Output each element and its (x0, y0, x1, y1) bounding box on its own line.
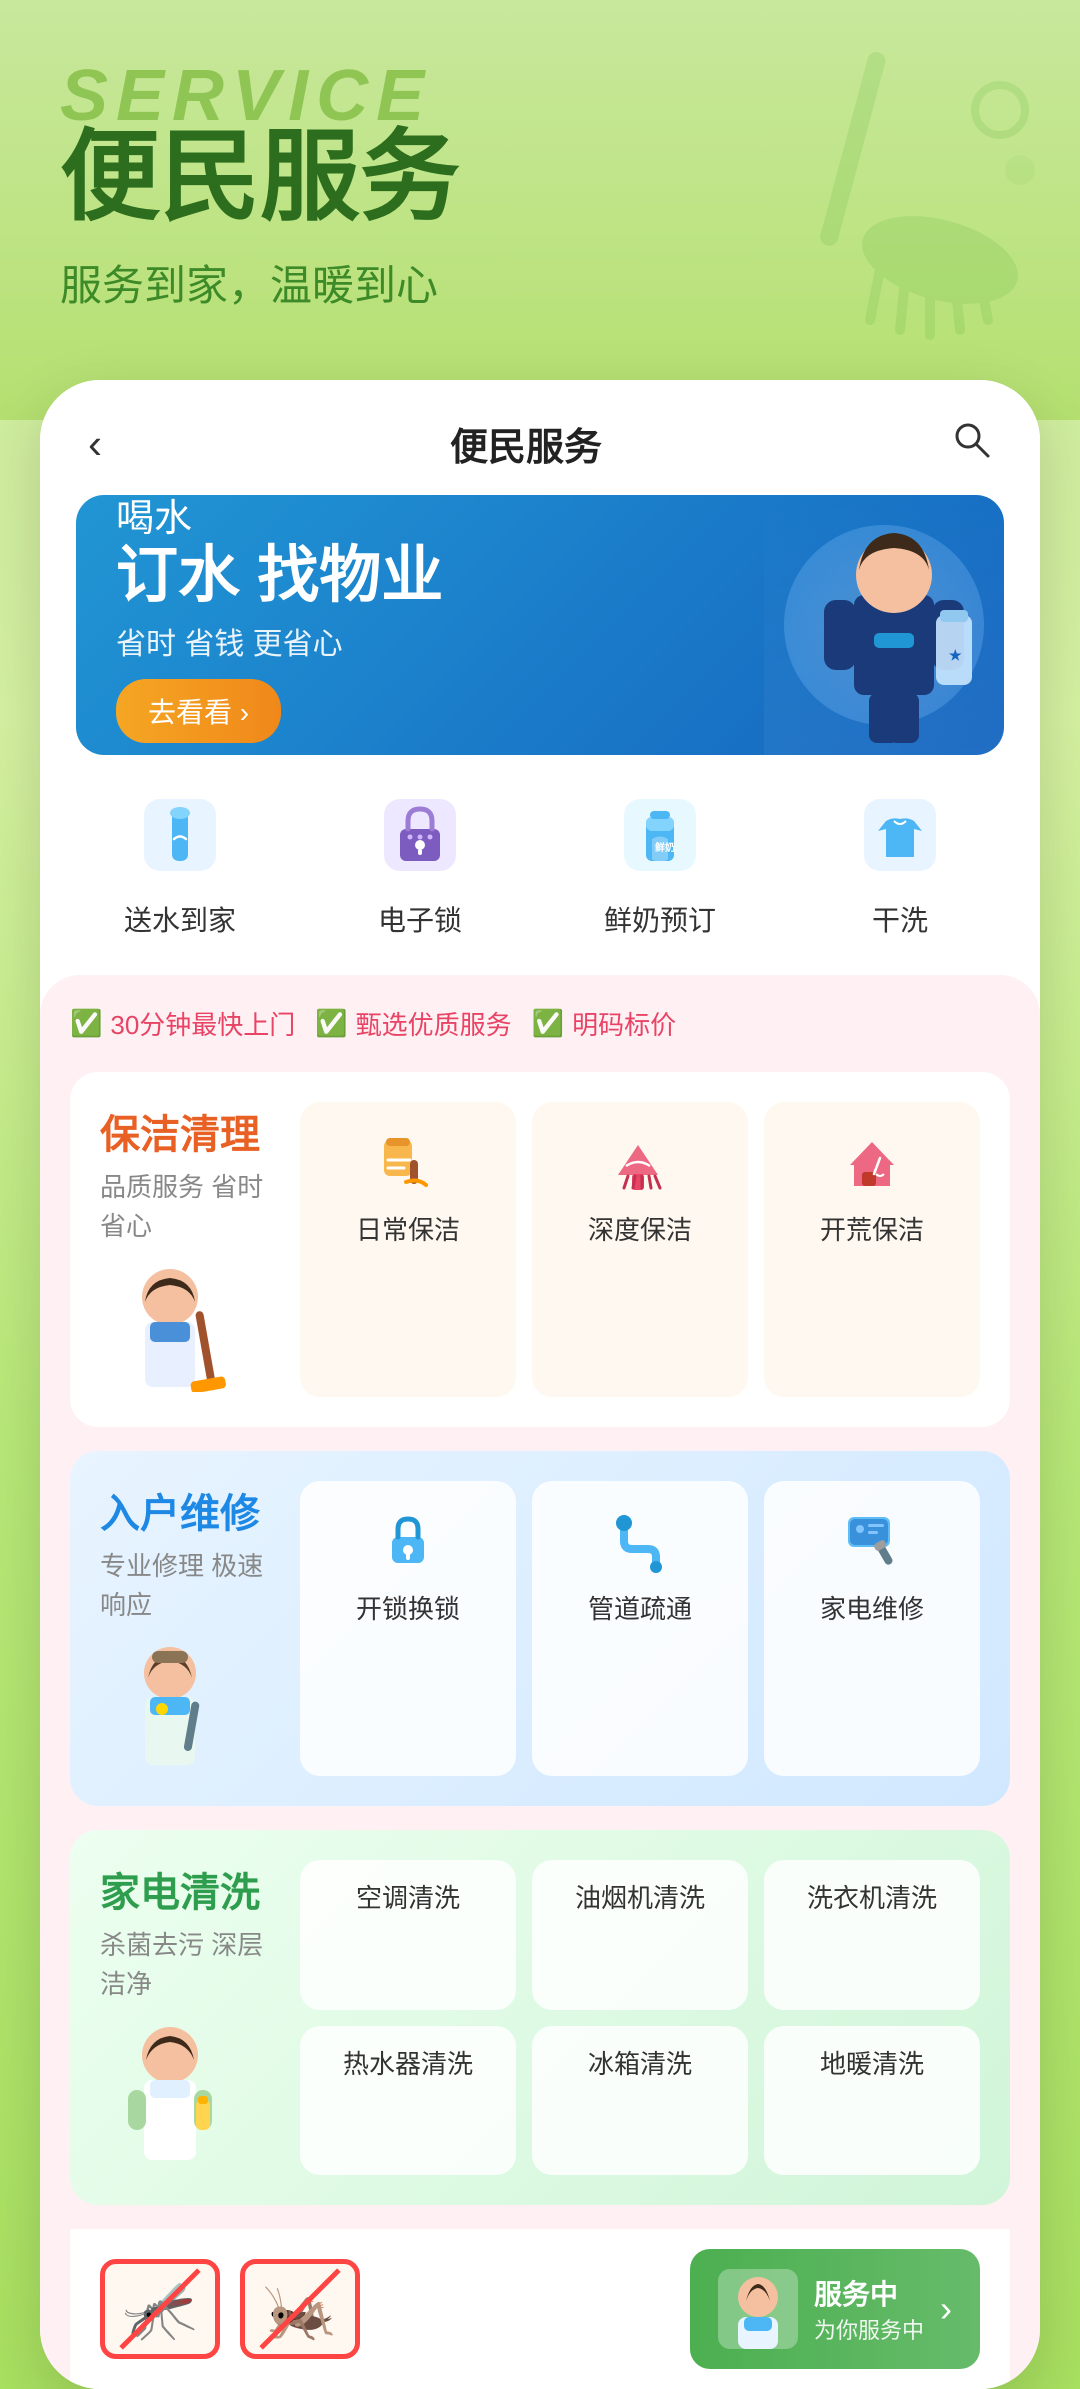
water-icon-box (130, 785, 230, 885)
badge-price: ✅ 明码标价 (532, 1005, 676, 1042)
service-plumbing-button[interactable]: 管道疏通 (532, 1481, 748, 1776)
appliance-repair-label: 家电维修 (820, 1589, 924, 1626)
live-avatar (718, 2269, 798, 2349)
no-sign-mosquito (100, 2259, 220, 2359)
service-locksmith-button[interactable]: 开锁换锁 (300, 1481, 516, 1776)
badge-speed: ✅ 30分钟最快上门 (70, 1005, 295, 1042)
section-repair-left: 入户维修 专业修理 极速响应 (100, 1481, 280, 1776)
quick-item-milk[interactable]: 鲜奶 鲜奶预订 (554, 785, 765, 939)
plumbing-icon (604, 1505, 676, 1577)
badge-check-1: ✅ (70, 1008, 102, 1039)
badges-row: ✅ 30分钟最快上门 ✅ 甄选优质服务 ✅ 明码标价 (70, 1005, 1010, 1042)
hood-clean-label: 油烟机清洗 (575, 1878, 705, 1915)
daily-clean-icon (372, 1126, 444, 1198)
header-background: SERVICE 便民服务 服务到家，温暖到心 (0, 0, 1080, 420)
service-hood-clean-button[interactable]: 油烟机清洗 (532, 1860, 748, 2010)
quick-label-dryclean: 干洗 (872, 899, 928, 939)
pest-section: 🦟 🦗 (100, 2259, 360, 2359)
section-appliance-left: 家电清洗 杀菌去污 深层洁净 (100, 1860, 280, 2175)
bottom-bar: 🦟 🦗 (70, 2229, 1010, 2389)
live-sub-label: 为你服务中 (814, 2313, 924, 2345)
section-cleaning-title: 保洁清理 (100, 1102, 280, 1160)
top-nav: ‹ 便民服务 (40, 380, 1040, 495)
washer-clean-label: 洗衣机清洗 (807, 1878, 937, 1915)
banner-cta-button[interactable]: 去看看 › (116, 679, 281, 743)
quick-item-water[interactable]: 送水到家 (74, 785, 285, 939)
service-washer-clean-button[interactable]: 洗衣机清洗 (764, 1860, 980, 2010)
repair-person (100, 1641, 280, 1776)
pest-cockroach-icon: 🦗 (240, 2259, 360, 2359)
quick-item-dryclean[interactable]: 干洗 (794, 785, 1005, 939)
service-deep-clean-button[interactable]: 深度保洁 (532, 1102, 748, 1397)
section-appliance-title: 家电清洗 (100, 1860, 280, 1918)
daily-clean-label: 日常保洁 (356, 1210, 460, 1247)
plumbing-label: 管道疏通 (588, 1589, 692, 1626)
banner-line2: 订水 找物业 (116, 542, 964, 610)
service-pioneer-clean-button[interactable]: 开荒保洁 (764, 1102, 980, 1397)
badge-quality: ✅ 甄选优质服务 (315, 1005, 511, 1042)
service-daily-clean-button[interactable]: 日常保洁 (300, 1102, 516, 1397)
banner: 喝水 订水 找物业 省时 省钱 更省心 去看看 › (76, 495, 1004, 755)
service-floor-heat-clean-button[interactable]: 地暖清洗 (764, 2026, 980, 2176)
banner-line3: 省时 省钱 更省心 (116, 619, 964, 663)
service-ac-clean-button[interactable]: 空调清洗 (300, 1860, 516, 2010)
section-appliance-right: 空调清洗 油烟机清洗 洗衣机清洗 热水器清洗 冰箱清洗 地暖清洗 (300, 1860, 980, 2175)
live-label: 服务中 (814, 2273, 924, 2313)
svg-text:鲜奶: 鲜奶 (655, 841, 675, 854)
badge-label-3: 明码标价 (572, 1005, 676, 1042)
appliance-repair-icon (836, 1505, 908, 1577)
banner-line1: 喝水 (116, 495, 964, 542)
heater-clean-label: 热水器清洗 (343, 2044, 473, 2081)
deep-clean-icon (604, 1126, 676, 1198)
locksmith-icon (372, 1505, 444, 1577)
quick-icons-row: 送水到家 电子锁 (40, 755, 1040, 959)
section-repair-title: 入户维修 (100, 1481, 280, 1539)
phone-card: ‹ 便民服务 喝水 订水 找物业 省时 省钱 更省心 去看看 › (40, 380, 1040, 2389)
locksmith-label: 开锁换锁 (356, 1589, 460, 1626)
section-appliance-subtitle: 杀菌去污 深层洁净 (100, 1926, 280, 2004)
search-button[interactable] (950, 418, 992, 470)
service-heater-clean-button[interactable]: 热水器清洗 (300, 2026, 516, 2176)
lock-icon-box (370, 785, 470, 885)
floor-heat-clean-label: 地暖清洗 (820, 2044, 924, 2081)
deep-clean-label: 深度保洁 (588, 1210, 692, 1247)
live-chevron-icon: › (940, 2288, 952, 2330)
dryclean-icon-box (850, 785, 950, 885)
section-cleaning-left: 保洁清理 品质服务 省时省心 (100, 1102, 280, 1397)
pest-mosquito-icon: 🦟 (100, 2259, 220, 2359)
service-fridge-clean-button[interactable]: 冰箱清洗 (532, 2026, 748, 2176)
section-cleaning-subtitle: 品质服务 省时省心 (100, 1168, 280, 1246)
section-cleaning-right: 日常保洁 (300, 1102, 980, 1397)
banner-text: 喝水 订水 找物业 省时 省钱 更省心 去看看 › (76, 495, 1004, 755)
badge-label-2: 甄选优质服务 (356, 1005, 512, 1042)
section-cleaning: 保洁清理 品质服务 省时省心 (70, 1072, 1010, 1427)
nav-title: 便民服务 (450, 416, 602, 471)
services-area: ✅ 30分钟最快上门 ✅ 甄选优质服务 ✅ 明码标价 保洁清理 品质服务 省时省… (40, 975, 1040, 2389)
service-en-label: SERVICE (60, 60, 1020, 132)
pioneer-clean-icon (836, 1126, 908, 1198)
service-appliance-repair-button[interactable]: 家电维修 (764, 1481, 980, 1776)
badge-check-3: ✅ (532, 1008, 564, 1039)
back-button[interactable]: ‹ (88, 420, 102, 468)
appliance-person (100, 2020, 280, 2175)
section-repair: 入户维修 专业修理 极速响应 (70, 1451, 1010, 1806)
milk-icon-box: 鲜奶 (610, 785, 710, 885)
quick-item-lock[interactable]: 电子锁 (314, 785, 525, 939)
quick-label-milk: 鲜奶预订 (604, 899, 716, 939)
ac-clean-label: 空调清洗 (356, 1878, 460, 1915)
section-repair-right: 开锁换锁 管道疏通 (300, 1481, 980, 1776)
badge-check-2: ✅ (315, 1008, 347, 1039)
section-repair-subtitle: 专业修理 极速响应 (100, 1547, 280, 1625)
quick-label-lock: 电子锁 (378, 899, 462, 939)
live-service-banner[interactable]: 服务中 为你服务中 › (690, 2249, 980, 2369)
no-sign-cockroach (240, 2259, 360, 2359)
cleaning-person (100, 1262, 280, 1397)
section-appliance-clean: 家电清洗 杀菌去污 深层洁净 (70, 1830, 1010, 2205)
pioneer-clean-label: 开荒保洁 (820, 1210, 924, 1247)
live-text-area: 服务中 为你服务中 (814, 2273, 924, 2345)
badge-label-1: 30分钟最快上门 (110, 1005, 295, 1042)
quick-label-water: 送水到家 (124, 899, 236, 939)
fridge-clean-label: 冰箱清洗 (588, 2044, 692, 2081)
